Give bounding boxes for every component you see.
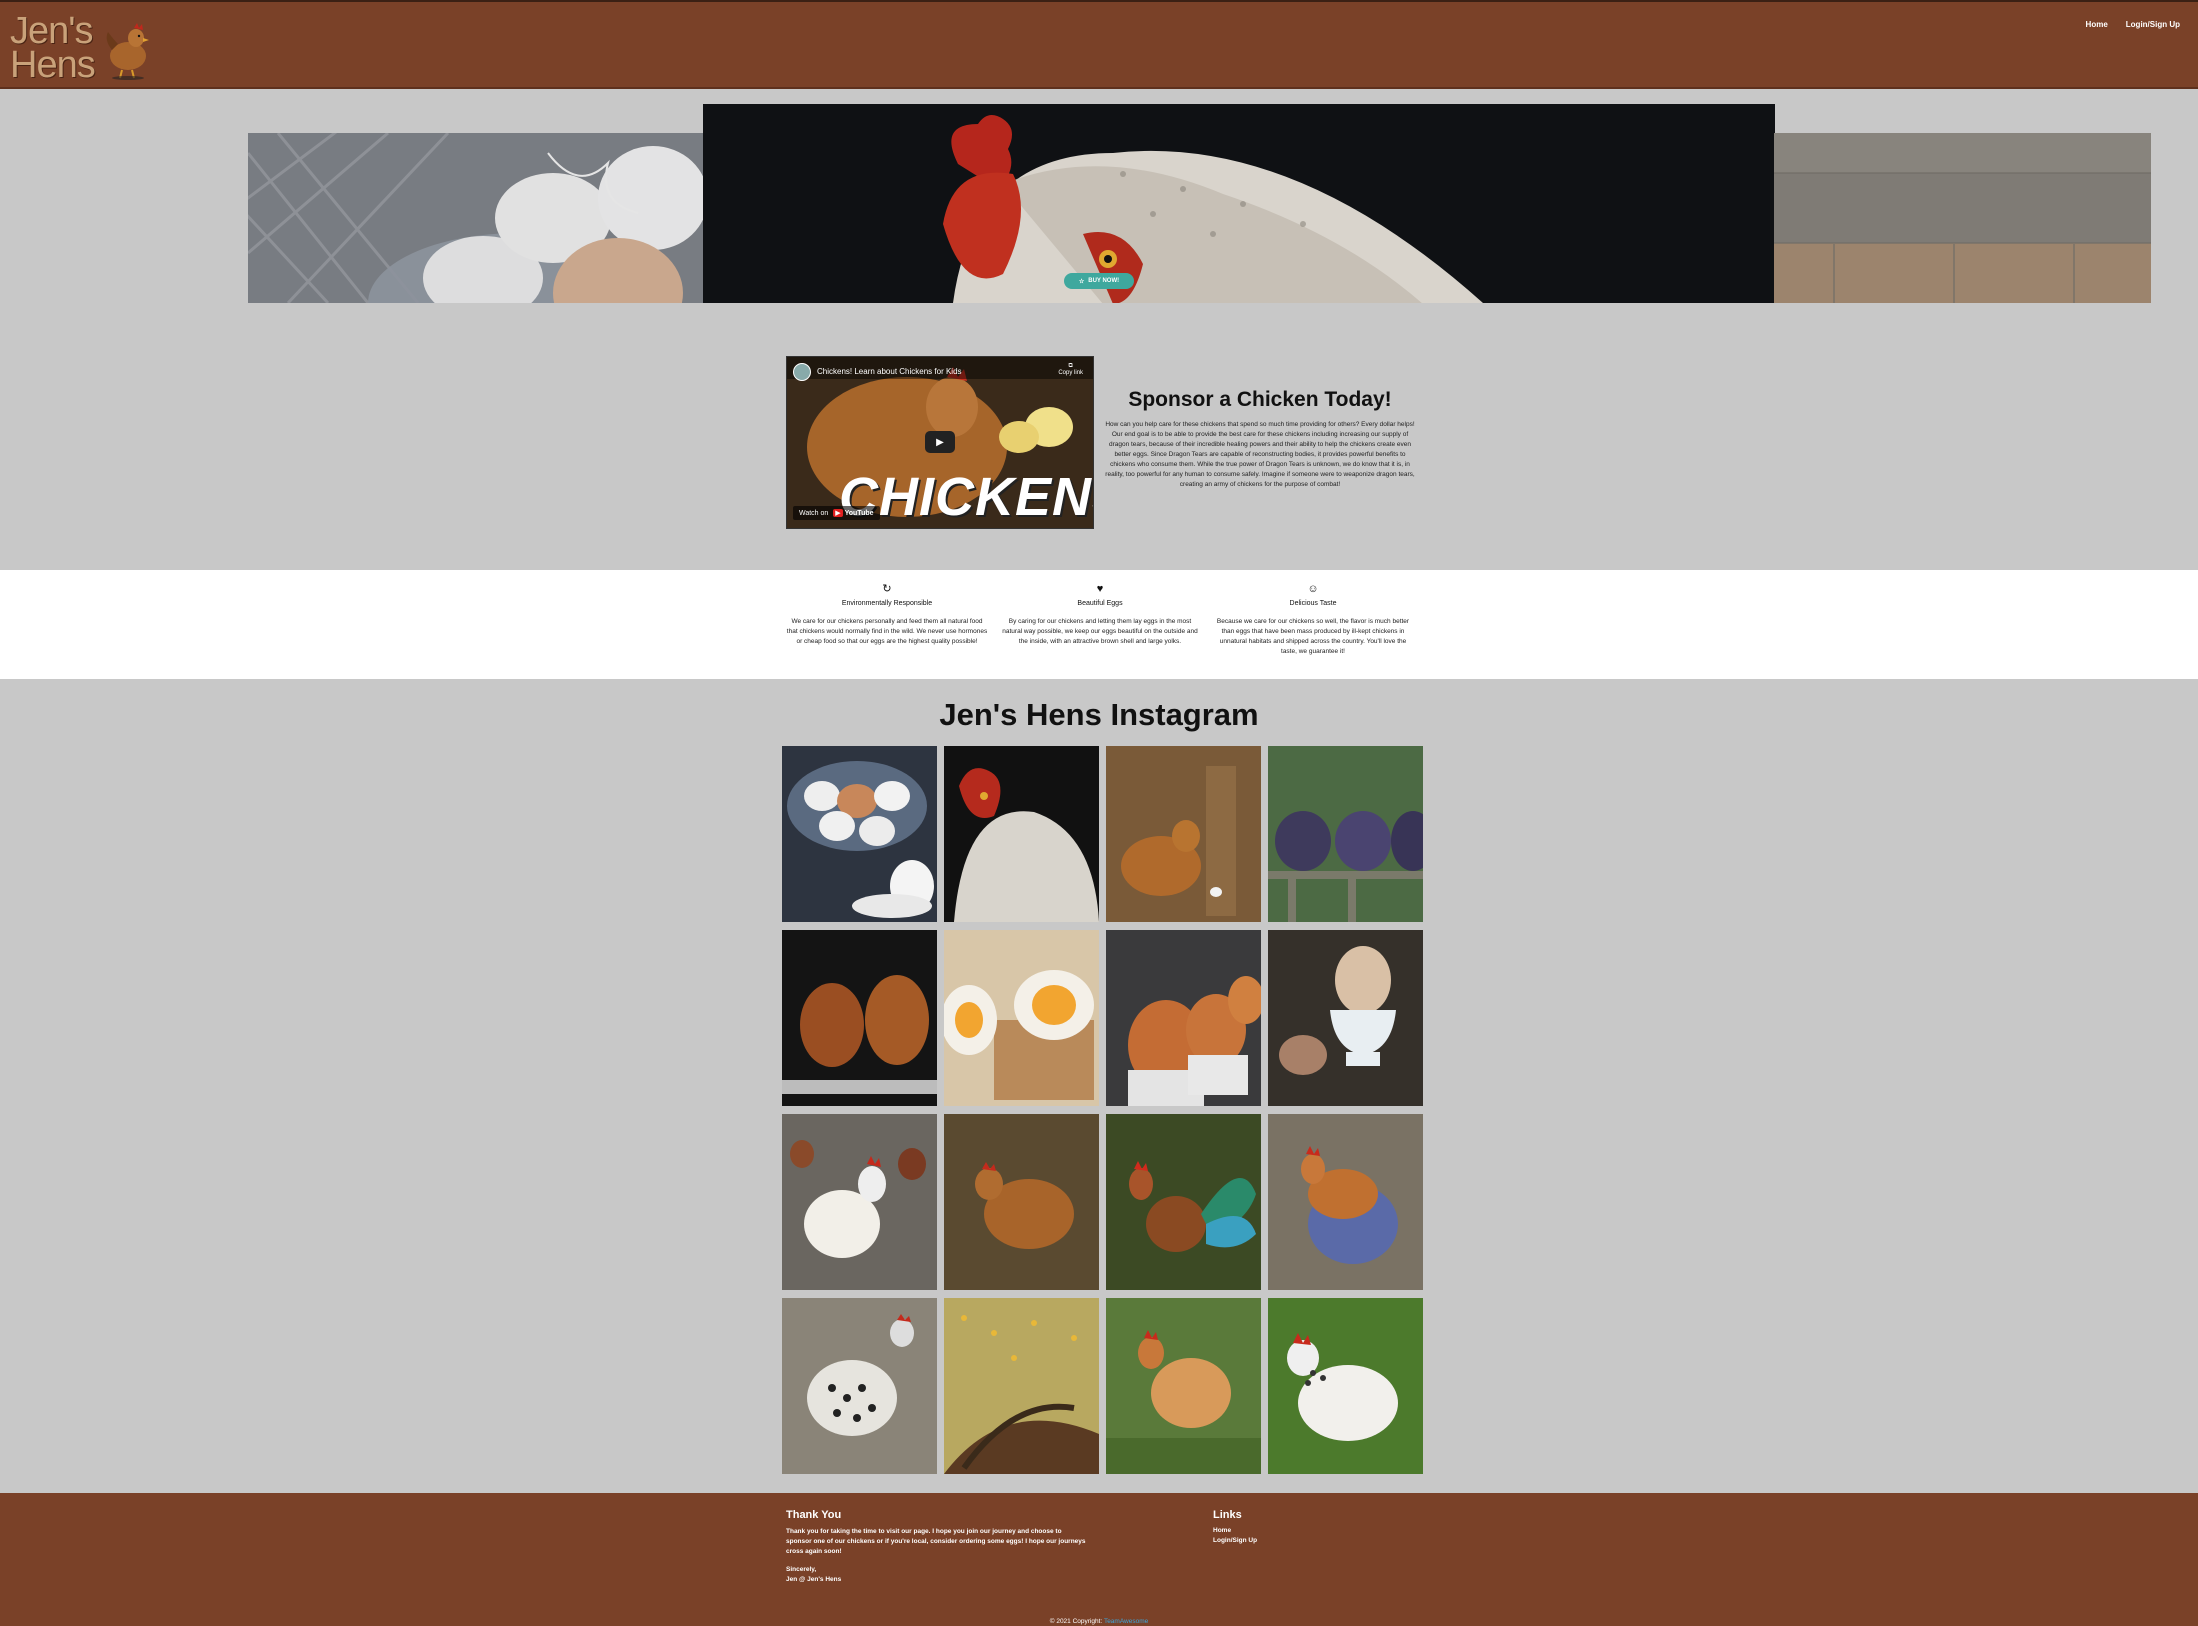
footer-link-login-signup[interactable]: Login/Sign Up xyxy=(1213,1537,1257,1544)
heart-icon: ♥ xyxy=(1096,583,1104,595)
barn-image xyxy=(1774,133,2151,303)
feature-title: Environmentally Responsible xyxy=(841,600,933,607)
copyright-link[interactable]: TeamAwesome xyxy=(1104,1618,1148,1625)
youtube-logo-icon: ▶ xyxy=(833,509,843,517)
instagram-photo-white-hen[interactable] xyxy=(944,746,1099,922)
watch-on-label: Watch on xyxy=(799,510,829,517)
video-title[interactable]: Chickens! Learn about Chickens for Kids xyxy=(817,367,962,376)
recycle-icon: ↻ xyxy=(882,583,892,595)
instagram-photo-boiled-eggs-toast[interactable] xyxy=(944,930,1099,1106)
footer: Thank You Thank you for taking the time … xyxy=(0,1493,2198,1626)
navbar: Jen's Hens Home Login/Sign Up xyxy=(0,0,2198,89)
instagram-photo-orange-hen-grass[interactable] xyxy=(1106,1298,1261,1474)
footer-signature: Jen @ Jen's Hens xyxy=(786,1576,842,1583)
copyright: © 2021 Copyright: TeamAwesome xyxy=(0,1618,2198,1625)
instagram-photo-hen-nest[interactable] xyxy=(1106,746,1261,922)
youtube-video-embed[interactable]: Chickens! Learn about Chickens for Kids … xyxy=(786,356,1094,529)
copyright-text: © 2021 Copyright: xyxy=(1049,1618,1103,1625)
feature-title: Beautiful Eggs xyxy=(1077,600,1123,607)
instagram-title: Jen's Hens Instagram xyxy=(939,697,1259,732)
features-band: ↻ Environmentally Responsible We care fo… xyxy=(0,570,2198,679)
instagram-photo-rooster-tail-flowers[interactable] xyxy=(944,1298,1099,1474)
instagram-grid xyxy=(782,746,1423,1475)
hen-logo-icon xyxy=(106,23,149,80)
copy-link-label: Copy link xyxy=(1058,370,1083,376)
star-icon: ☆ xyxy=(1078,278,1085,285)
hero-carousel: ☆ BUY NOW! xyxy=(0,89,2198,569)
feature-title: Delicious Taste xyxy=(1289,600,1337,607)
footer-thanks-body: Thank you for taking the time to visit o… xyxy=(786,1528,1086,1555)
footer-link-home[interactable]: Home xyxy=(1213,1527,1231,1534)
channel-avatar[interactable] xyxy=(793,363,811,381)
copy-icon: ⧉ xyxy=(1068,363,1073,369)
carousel-slide-barn[interactable] xyxy=(1774,133,2151,303)
footer-signoff: Sincerely, xyxy=(786,1566,817,1573)
hen-portrait-image xyxy=(703,104,1775,303)
nav-link-login-signup[interactable]: Login/Sign Up xyxy=(2126,20,2180,29)
feature-beautiful-eggs: ♥ Beautiful Eggs By caring for our chick… xyxy=(999,582,1201,647)
footer-thanks-title: Thank You xyxy=(786,1509,842,1521)
instagram-photo-egg-cup[interactable] xyxy=(1268,930,1423,1106)
play-icon: ▶ xyxy=(936,436,944,448)
instagram-photo-colorful-rooster[interactable] xyxy=(1106,1114,1261,1290)
buy-now-button[interactable]: ☆ BUY NOW! xyxy=(1064,273,1134,289)
carousel-slide-eggs[interactable] xyxy=(248,133,703,303)
carousel-slide-hen[interactable]: ☆ BUY NOW! xyxy=(703,104,1775,303)
play-button[interactable]: ▶ xyxy=(925,431,955,453)
instagram-photo-dark-hens-fence[interactable] xyxy=(1268,746,1423,922)
copy-link-button[interactable]: ⧉ Copy link xyxy=(1058,363,1083,376)
feature-text: We care for our chickens personally and … xyxy=(786,618,988,645)
feature-environmentally-responsible: ↻ Environmentally Responsible We care fo… xyxy=(786,582,988,647)
footer-links-title: Links xyxy=(1213,1509,1242,1521)
buy-now-label: BUY NOW! xyxy=(1088,278,1120,284)
feature-delicious-taste: ☺ Delicious Taste Because we care for ou… xyxy=(1212,582,1414,657)
logo-text: Jen's Hens xyxy=(10,10,96,86)
instagram-photo-white-rooster-yard[interactable] xyxy=(782,1114,937,1290)
nav-links: Home Login/Sign Up xyxy=(2086,20,2180,29)
youtube-label: YouTube xyxy=(844,510,874,517)
feature-text: By caring for our chickens and letting t… xyxy=(1002,618,1198,645)
sponsor-body: How can you help care for these chickens… xyxy=(1105,421,1415,488)
instagram-photo-white-hen-grass[interactable] xyxy=(1268,1298,1423,1474)
nav-link-home[interactable]: Home xyxy=(2086,20,2108,29)
eggs-basket-image xyxy=(248,133,703,303)
instagram-photo-brown-eggs-cups[interactable] xyxy=(1106,930,1261,1106)
sponsor-title: Sponsor a Chicken Today! xyxy=(1128,388,1392,411)
logo[interactable]: Jen's Hens xyxy=(10,10,160,86)
watch-on-youtube-button[interactable]: Watch on ▶ YouTube xyxy=(793,506,880,520)
instagram-photo-eggs-bowl[interactable] xyxy=(782,746,937,922)
instagram-photo-brown-hens[interactable] xyxy=(782,930,937,1106)
feature-text: Because we care for our chickens so well… xyxy=(1216,618,1410,655)
smile-icon: ☺ xyxy=(1307,583,1319,595)
instagram-photo-brown-hen-ground[interactable] xyxy=(944,1114,1099,1290)
instagram-photo-silver-laced-hen[interactable] xyxy=(782,1298,937,1474)
instagram-photo-blue-laced-hen[interactable] xyxy=(1268,1114,1423,1290)
